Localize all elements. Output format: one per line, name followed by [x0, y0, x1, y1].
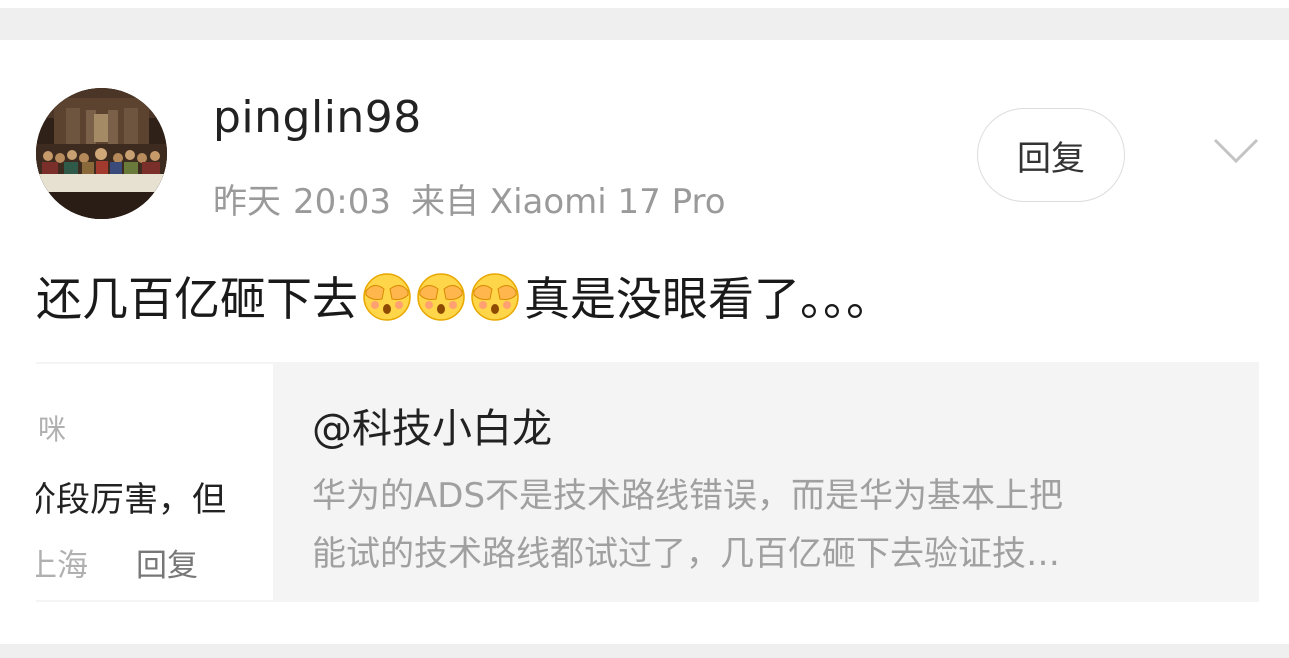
thumbnail-text-line1: 咪	[38, 413, 67, 446]
thumbnail-location: 上海	[36, 548, 88, 584]
post-time: 20:03	[293, 182, 391, 222]
comment-text-before: 还几百亿砸下去	[36, 272, 358, 326]
bottom-separator	[0, 644, 1289, 658]
face-covering-eyes-emoji	[363, 273, 411, 321]
last-supper-painting-avatar	[36, 88, 167, 219]
comment-card[interactable]: pinglin98 昨天 20:03 来自 Xiaomi 17 Pro 回复 还几百…	[0, 40, 1289, 644]
quoted-text-line1: 华为的ADS不是技术路线错误，而是华为基本上把	[312, 476, 1064, 516]
page: pinglin98 昨天 20:03 来自 Xiaomi 17 Pro 回复 还几百…	[0, 0, 1289, 658]
comment-text: 还几百亿砸下去 真是没眼看了。。。	[36, 266, 892, 326]
quoted-author[interactable]: @科技小白龙	[312, 396, 552, 454]
reply-button[interactable]: 回复	[977, 108, 1125, 202]
post-source: 来自 Xiaomi 17 Pro	[410, 182, 726, 222]
thumbnail-text-line2: 阶段厉害，但	[36, 480, 226, 520]
avatar[interactable]	[36, 88, 167, 219]
quoted-text-line2: 能试的技术路线都试过了，几百亿砸下去验证技…	[312, 534, 1060, 574]
face-covering-eyes-emoji	[417, 273, 465, 321]
top-separator	[0, 0, 1289, 40]
quoted-post[interactable]: 咪 阶段厉害，但 上海 回复 @科技小白龙 华为的ADS不是技术路线错误，而是华…	[36, 362, 1259, 602]
post-meta: 昨天 20:03 来自 Xiaomi 17 Pro	[213, 174, 726, 223]
chevron-down-icon[interactable]	[1212, 136, 1260, 166]
username[interactable]: pinglin98	[213, 92, 422, 143]
post-day: 昨天	[213, 182, 281, 222]
quoted-post-thumbnail[interactable]: 咪 阶段厉害，但 上海 回复	[36, 364, 273, 600]
comment-text-after: 真是没眼看了。。。	[524, 272, 892, 326]
thumbnail-reply-label: 回复	[136, 548, 198, 584]
previous-card-edge	[0, 0, 1289, 8]
emoji-group	[360, 269, 522, 323]
face-covering-eyes-emoji	[471, 273, 519, 321]
